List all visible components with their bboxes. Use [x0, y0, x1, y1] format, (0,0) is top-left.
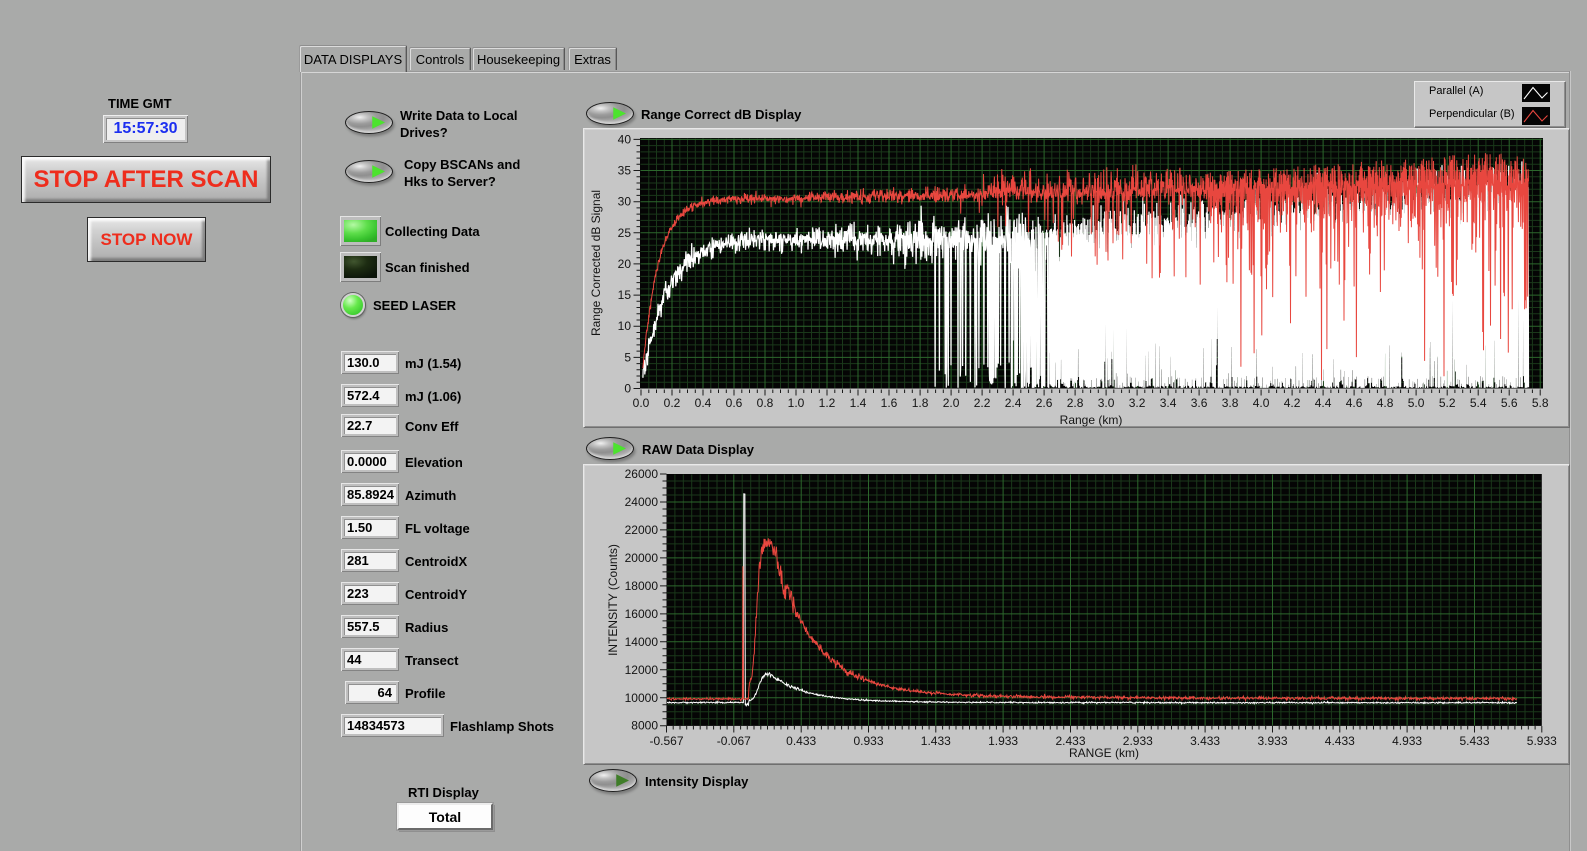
svg-text:4.6: 4.6	[1346, 396, 1363, 410]
svg-text:3.433: 3.433	[1190, 734, 1220, 748]
svg-text:RANGE (km): RANGE (km)	[1069, 746, 1139, 760]
svg-text:22000: 22000	[625, 523, 659, 537]
svg-text:14000: 14000	[625, 635, 659, 649]
svg-text:Range Corrected dB Signal: Range Corrected dB Signal	[589, 190, 603, 336]
svg-text:10000: 10000	[625, 691, 659, 705]
svg-text:0.933: 0.933	[853, 734, 883, 748]
svg-text:30: 30	[618, 195, 632, 209]
svg-text:4.433: 4.433	[1325, 734, 1355, 748]
svg-text:18000: 18000	[625, 579, 659, 593]
svg-text:26000: 26000	[625, 467, 659, 481]
svg-text:3.0: 3.0	[1098, 396, 1115, 410]
svg-text:4.0: 4.0	[1253, 396, 1270, 410]
svg-text:1.2: 1.2	[819, 396, 836, 410]
svg-text:1.933: 1.933	[988, 734, 1018, 748]
svg-text:0.4: 0.4	[695, 396, 712, 410]
svg-text:3.4: 3.4	[1160, 396, 1177, 410]
svg-text:15: 15	[618, 288, 632, 302]
svg-text:5.933: 5.933	[1527, 734, 1557, 748]
svg-text:24000: 24000	[625, 495, 659, 509]
svg-text:0.8: 0.8	[757, 396, 774, 410]
svg-text:2.0: 2.0	[943, 396, 960, 410]
svg-text:5.4: 5.4	[1470, 396, 1487, 410]
svg-text:3.933: 3.933	[1257, 734, 1287, 748]
svg-text:0: 0	[624, 382, 631, 396]
svg-text:4.933: 4.933	[1392, 734, 1422, 748]
svg-text:1.6: 1.6	[881, 396, 898, 410]
svg-text:0.2: 0.2	[664, 396, 681, 410]
svg-text:0.6: 0.6	[726, 396, 743, 410]
svg-text:3.2: 3.2	[1129, 396, 1146, 410]
svg-text:0.433: 0.433	[786, 734, 816, 748]
svg-text:1.0: 1.0	[788, 396, 805, 410]
svg-text:-0.067: -0.067	[717, 734, 751, 748]
svg-text:1.433: 1.433	[921, 734, 951, 748]
svg-text:2.2: 2.2	[974, 396, 991, 410]
svg-text:3.6: 3.6	[1191, 396, 1208, 410]
svg-text:0.0: 0.0	[633, 396, 650, 410]
svg-text:5.8: 5.8	[1532, 396, 1549, 410]
svg-text:4.8: 4.8	[1377, 396, 1394, 410]
svg-text:5.0: 5.0	[1408, 396, 1425, 410]
svg-text:4.2: 4.2	[1284, 396, 1301, 410]
svg-text:2.6: 2.6	[1036, 396, 1053, 410]
svg-text:35: 35	[618, 164, 632, 178]
svg-text:16000: 16000	[625, 607, 659, 621]
svg-text:Range (km): Range (km)	[1060, 413, 1123, 427]
svg-text:12000: 12000	[625, 663, 659, 677]
svg-text:2.8: 2.8	[1067, 396, 1084, 410]
svg-text:5.6: 5.6	[1501, 396, 1518, 410]
svg-text:5.2: 5.2	[1439, 396, 1456, 410]
svg-text:25: 25	[618, 226, 632, 240]
svg-text:1.4: 1.4	[850, 396, 867, 410]
svg-text:1.8: 1.8	[912, 396, 929, 410]
svg-text:-0.567: -0.567	[649, 734, 683, 748]
svg-text:20000: 20000	[625, 551, 659, 565]
svg-text:8000: 8000	[631, 719, 658, 733]
svg-text:3.8: 3.8	[1222, 396, 1239, 410]
svg-text:5: 5	[624, 350, 631, 364]
svg-text:5.433: 5.433	[1459, 734, 1489, 748]
svg-text:4.4: 4.4	[1315, 396, 1332, 410]
svg-text:10: 10	[618, 319, 632, 333]
svg-text:INTENSITY (Counts): INTENSITY (Counts)	[606, 544, 620, 656]
svg-text:40: 40	[618, 132, 632, 146]
svg-text:20: 20	[618, 257, 632, 271]
svg-text:2.4: 2.4	[1005, 396, 1022, 410]
